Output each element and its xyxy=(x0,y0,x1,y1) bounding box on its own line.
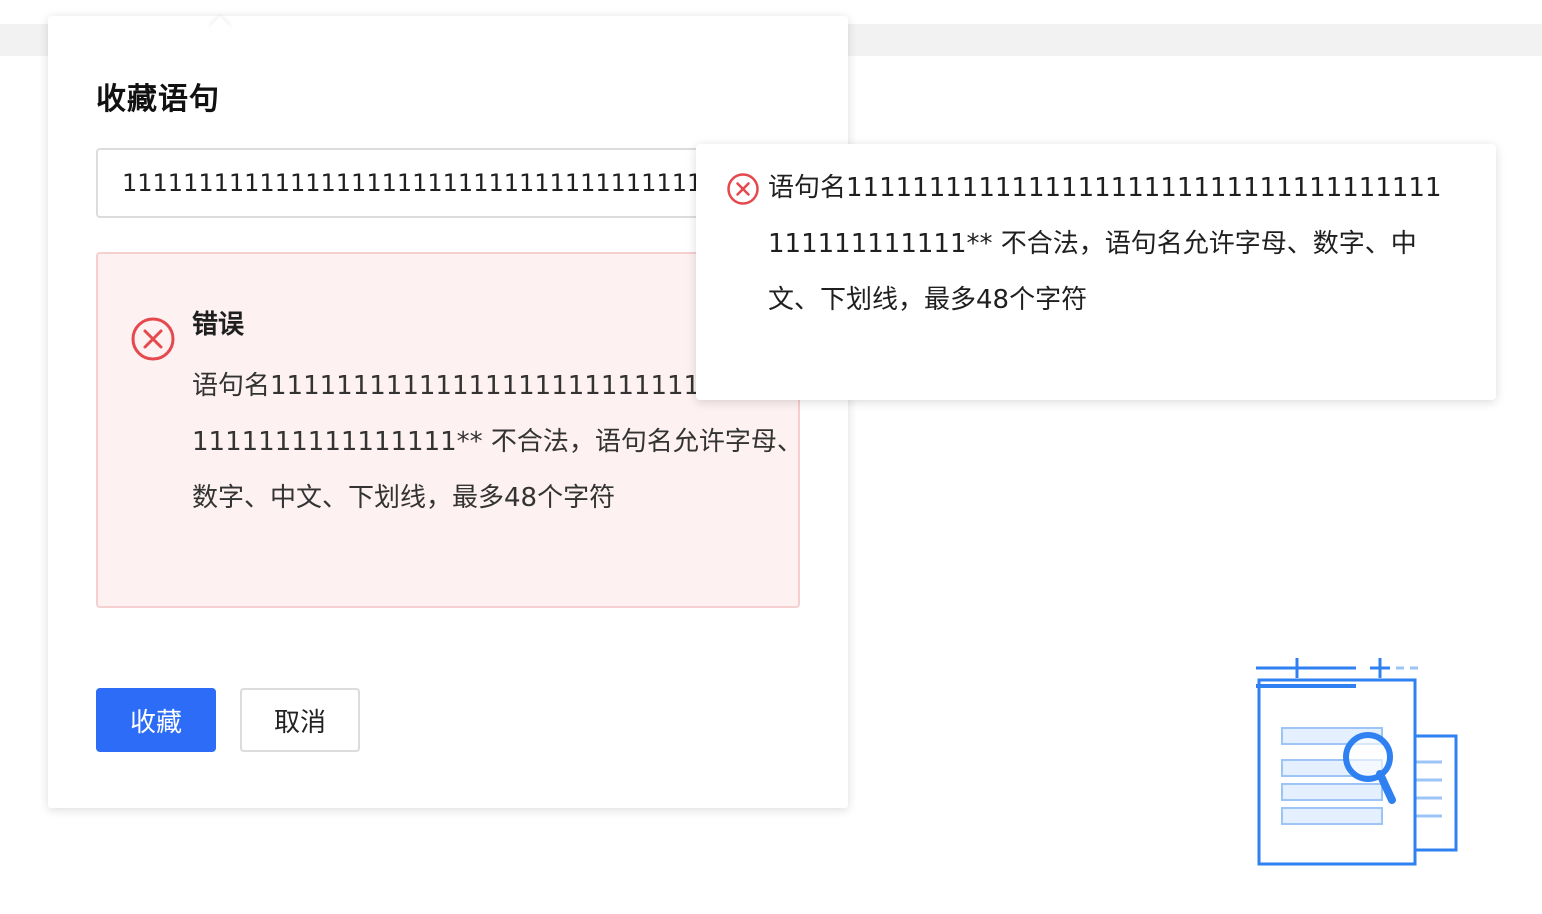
validation-tooltip: 语句名1111111111111111111111111111111111111… xyxy=(696,144,1496,400)
statement-name-input[interactable] xyxy=(96,148,796,218)
close-circle-icon xyxy=(131,317,175,361)
popover-title: 收藏语句 xyxy=(96,82,220,117)
document-search-icon xyxy=(1256,658,1458,866)
popover-arrow xyxy=(208,16,232,40)
close-circle-icon xyxy=(727,173,759,205)
save-button[interactable]: 收藏 xyxy=(96,688,216,752)
tooltip-message: 语句名1111111111111111111111111111111111111… xyxy=(768,173,1442,315)
error-alert: 错误 语句名1111111111111111111111111111111111… xyxy=(96,252,800,608)
page: 收藏语句 错误 语句名11111111111111111111111111111… xyxy=(0,0,1542,914)
error-title: 错误 xyxy=(192,310,245,340)
save-statement-popover: 收藏语句 错误 语句名11111111111111111111111111111… xyxy=(48,16,848,808)
cancel-button[interactable]: 取消 xyxy=(240,688,360,752)
